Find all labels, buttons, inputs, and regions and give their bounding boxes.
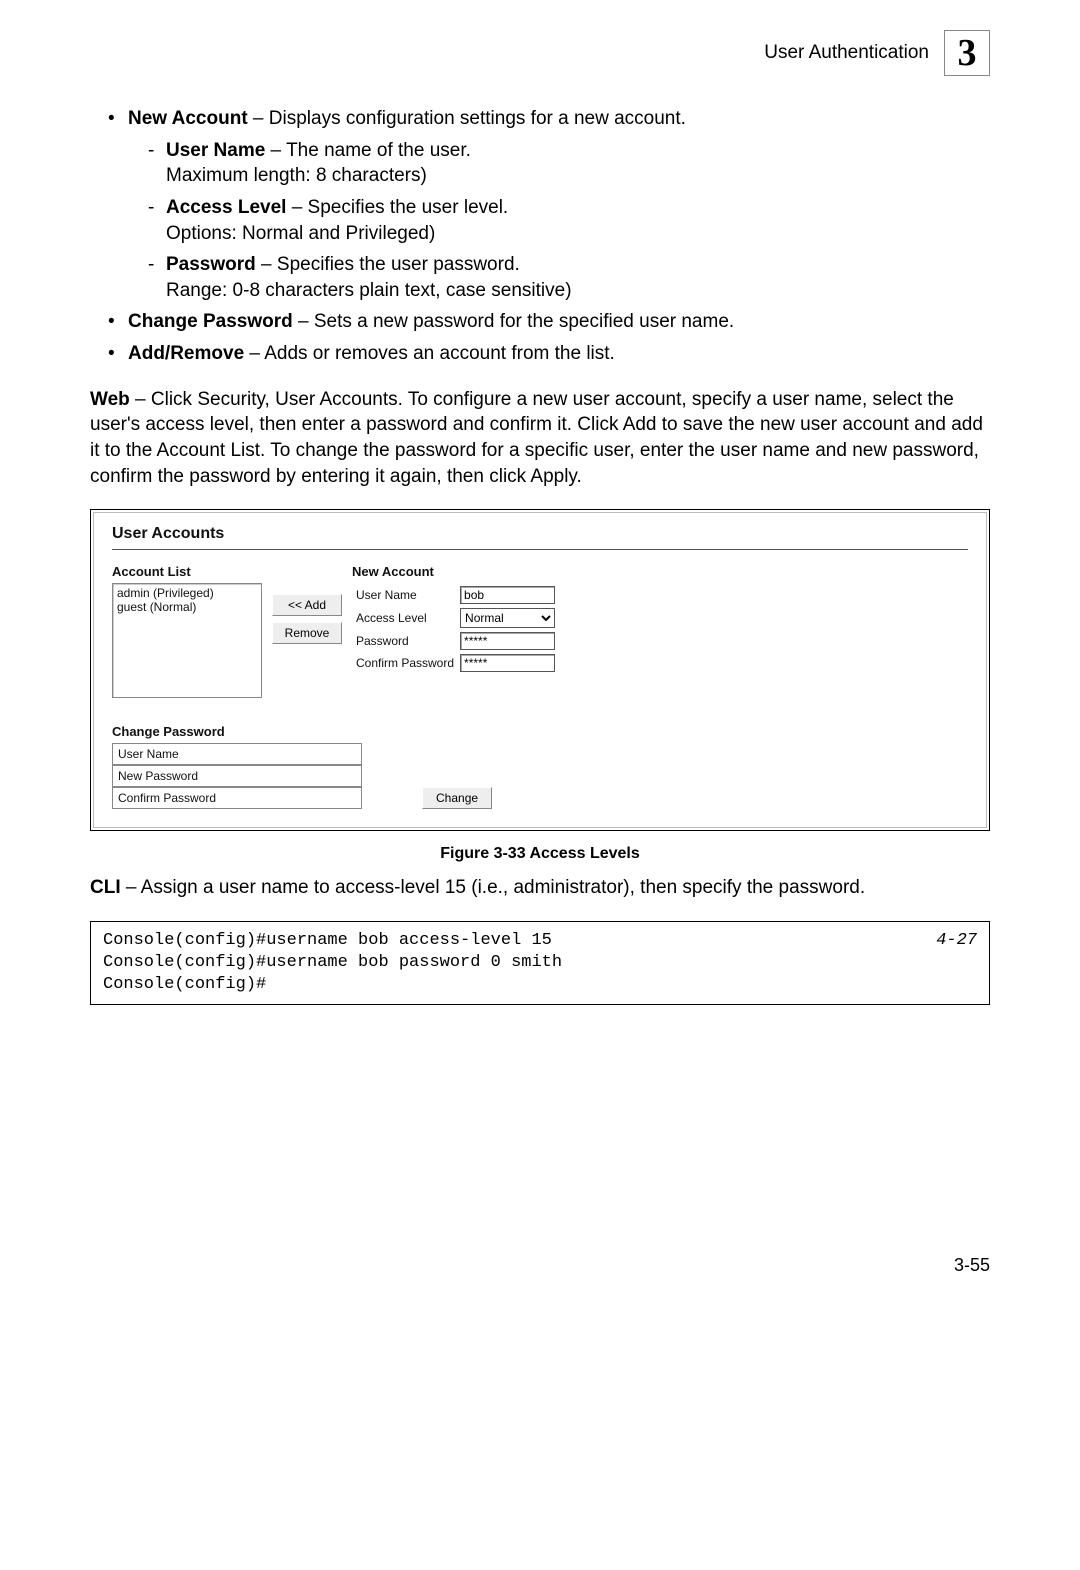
- web-paragraph: Web – Click Security, User Accounts. To …: [90, 387, 990, 490]
- list-item[interactable]: admin (Privileged): [117, 586, 257, 600]
- label-add-remove: Add/Remove: [128, 343, 244, 364]
- note-user-name: Maximum length: 8 characters): [166, 165, 427, 186]
- change-password-form: User Name New Password Confirm Password: [112, 743, 362, 809]
- note-password: Range: 0-8 characters plain text, case s…: [166, 280, 572, 301]
- cp-new-password-label: New Password: [112, 765, 221, 787]
- sub-user-name: User Name – The name of the user. Maximu…: [148, 138, 990, 189]
- na-confirm-password-label: Confirm Password: [354, 653, 456, 673]
- change-button[interactable]: Change: [422, 787, 492, 809]
- na-access-level-select[interactable]: Normal Privileged: [460, 608, 555, 628]
- desc-password: – Specifies the user password.: [256, 254, 520, 275]
- list-item[interactable]: guest (Normal): [117, 600, 257, 614]
- sub-access-level: Access Level – Specifies the user level.…: [148, 195, 990, 246]
- cp-confirm-password-label: Confirm Password: [112, 787, 221, 809]
- na-access-level-label: Access Level: [354, 607, 456, 629]
- page-number: 3-55: [90, 1255, 990, 1276]
- desc-change-password: – Sets a new password for the specified …: [293, 311, 734, 332]
- add-button[interactable]: << Add: [272, 594, 342, 616]
- label-new-account: New Account: [128, 108, 248, 129]
- change-password-section: Change Password User Name New Password C…: [112, 724, 968, 809]
- sub-password: Password – Specifies the user password. …: [148, 252, 990, 303]
- na-password-input[interactable]: [460, 632, 555, 650]
- cli-page-ref: 4-27: [936, 930, 977, 952]
- chapter-number-box: 3: [944, 30, 990, 76]
- button-column: << Add Remove: [272, 594, 342, 644]
- na-confirm-password-input[interactable]: [460, 654, 555, 672]
- bullet-add-remove: Add/Remove – Adds or removes an account …: [108, 341, 990, 367]
- bullet-change-password: Change Password – Sets a new password fo…: [108, 309, 990, 335]
- new-account-form: User Name Access Level Normal Privileged: [352, 583, 559, 675]
- label-change-password: Change Password: [128, 311, 293, 332]
- cli-line: Console(config)#username bob password 0 …: [103, 952, 977, 974]
- label-password: Password: [166, 254, 256, 275]
- na-user-name-label: User Name: [354, 585, 456, 605]
- cli-prefix: CLI: [90, 877, 121, 898]
- remove-button[interactable]: Remove: [272, 622, 342, 644]
- cli-paragraph: CLI – Assign a user name to access-level…: [90, 875, 990, 901]
- cli-codebox: 4-27 Console(config)#username bob access…: [90, 921, 990, 1005]
- main-bullet-list: New Account – Displays configuration set…: [90, 106, 990, 367]
- label-user-name: User Name: [166, 140, 265, 161]
- cli-line: Console(config)#: [103, 974, 977, 996]
- desc-user-name: – The name of the user.: [265, 140, 471, 161]
- desc-access-level: – Specifies the user level.: [286, 197, 508, 218]
- user-accounts-panel: User Accounts Account List admin (Privil…: [93, 512, 987, 828]
- cli-text: – Assign a user name to access-level 15 …: [121, 877, 866, 898]
- cli-line: Console(config)#username bob access-leve…: [103, 930, 977, 952]
- note-access-level: Options: Normal and Privileged): [166, 223, 435, 244]
- desc-add-remove: – Adds or removes an account from the li…: [244, 343, 615, 364]
- change-password-heading: Change Password: [112, 724, 968, 739]
- account-list-heading: Account List: [112, 564, 262, 579]
- new-account-heading: New Account: [352, 564, 559, 579]
- desc-new-account: – Displays configuration settings for a …: [248, 108, 686, 129]
- new-account-section: New Account User Name Access Level Norma…: [352, 564, 559, 675]
- bullet-new-account: New Account – Displays configuration set…: [108, 106, 990, 303]
- na-user-name-input[interactable]: [460, 586, 555, 604]
- panel-title: User Accounts: [112, 525, 968, 543]
- sub-list-new-account: User Name – The name of the user. Maximu…: [128, 138, 990, 304]
- header-title: User Authentication: [764, 42, 929, 64]
- cp-user-name-label: User Name: [112, 743, 221, 765]
- figure-caption: Figure 3-33 Access Levels: [90, 845, 990, 863]
- web-prefix: Web: [90, 389, 130, 410]
- figure-container: User Accounts Account List admin (Privil…: [90, 509, 990, 831]
- account-listbox[interactable]: admin (Privileged) guest (Normal): [112, 583, 262, 698]
- na-password-label: Password: [354, 631, 456, 651]
- label-access-level: Access Level: [166, 197, 286, 218]
- web-text: – Click Security, User Accounts. To conf…: [90, 389, 983, 487]
- account-list-section: Account List admin (Privileged) guest (N…: [112, 564, 262, 698]
- page-header: User Authentication 3: [90, 30, 990, 76]
- panel-rule: [112, 549, 968, 550]
